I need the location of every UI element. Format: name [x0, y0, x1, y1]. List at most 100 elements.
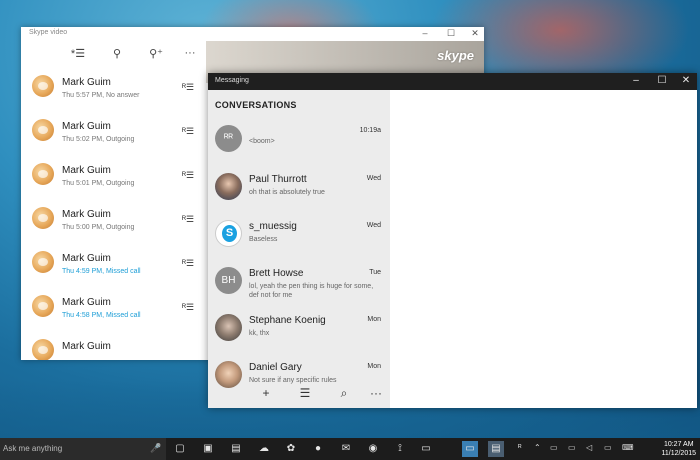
contact-card-icon[interactable]: ᴿ☰	[182, 302, 194, 313]
conversation-time: Mon	[367, 316, 381, 323]
call-detail: Thu 5:57 PM, No answer	[62, 92, 140, 99]
call-history-row[interactable]: Mark Guim Thu 4:59 PM, Missed call ᴿ☰	[21, 243, 206, 287]
search-icon[interactable]: ⌕	[334, 386, 354, 404]
call-detail-missed: Thu 4:58 PM, Missed call	[62, 312, 141, 319]
conversation-name: Paul Thurrott	[249, 174, 307, 185]
call-contact-name: Mark Guim	[62, 165, 111, 176]
avatar: ᴿᴿ	[215, 125, 242, 152]
call-history-row[interactable]: Mark Guim Thu 5:01 PM, Outgoing ᴿ☰	[21, 155, 206, 199]
clock-date: 11/12/2015	[661, 450, 696, 457]
conversation-name: Daniel Gary	[249, 362, 302, 373]
conversation-time: 10:19a	[359, 127, 381, 134]
conversation-name: Stephane Koenig	[249, 315, 326, 326]
call-history-row[interactable]: Mark Guim Thu 4:58 PM, Missed call ᴿ☰	[21, 287, 206, 331]
chevron-up-icon[interactable]: ⌃	[534, 443, 541, 452]
call-contact-name: Mark Guim	[62, 297, 111, 308]
conversations-pane: CONVERSATIONS ᴿᴿ 10:19a <boom> Paul Thur…	[208, 90, 390, 408]
contact-icon[interactable]: ⚲	[108, 47, 126, 63]
new-message-icon[interactable]: +	[256, 386, 276, 404]
conversation-item[interactable]: Stephane Koenig Mon kk, thx	[208, 309, 390, 355]
avatar	[32, 339, 54, 360]
conversation-item[interactable]: Paul Thurrott Wed oh that is absolutely …	[208, 168, 390, 214]
maximize-button[interactable]: ☐	[444, 28, 458, 39]
notifications-icon[interactable]: ▭	[604, 443, 612, 452]
call-contact-name: Mark Guim	[62, 341, 111, 352]
conversation-preview: oh that is absolutely true	[249, 189, 325, 196]
call-contact-name: Mark Guim	[62, 253, 111, 264]
chrome-icon[interactable]: ✉	[338, 441, 354, 457]
people-icon[interactable]: ᴿ	[518, 443, 522, 452]
contact-card-icon[interactable]: ᴿ☰	[182, 82, 194, 93]
file-explorer-icon[interactable]: ▤	[228, 441, 244, 457]
call-detail: Thu 5:01 PM, Outgoing	[62, 180, 135, 187]
call-detail: Thu 5:00 PM, Outgoing	[62, 224, 135, 231]
onedrive-icon[interactable]: ✿	[283, 441, 299, 457]
avatar: BH	[215, 267, 242, 294]
app-icon[interactable]: ⟟	[392, 441, 408, 457]
app-icon[interactable]: ▭	[418, 441, 434, 457]
search-input[interactable]: Ask me anything 🎤	[0, 438, 166, 460]
conversation-detail-pane	[390, 90, 697, 408]
skype-video-taskbar-icon[interactable]: ▭	[462, 441, 478, 457]
keyboard-icon[interactable]: ⌨	[622, 443, 634, 452]
contact-card-icon[interactable]: ᴿ☰	[182, 258, 194, 269]
add-contact-icon[interactable]: ⚲⁺	[147, 47, 165, 63]
more-options-icon[interactable]: ···	[366, 386, 386, 404]
avatar	[215, 314, 242, 341]
conversation-time: Wed	[366, 175, 381, 182]
conversation-time: Wed	[366, 222, 381, 229]
contact-card-icon[interactable]: ᴿ☰	[182, 214, 194, 225]
conversations-header: CONVERSATIONS	[215, 100, 297, 110]
microphone-icon[interactable]: 🎤	[150, 443, 161, 454]
skype-logo: skype	[437, 48, 474, 63]
minimize-button[interactable]: –	[628, 75, 644, 86]
task-view-icon[interactable]: ▢	[172, 441, 188, 457]
messaging-bottom-bar: + ☰ ⌕ ···	[208, 383, 390, 408]
call-detail: Thu 5:02 PM, Outgoing	[62, 136, 135, 143]
avatar	[32, 295, 54, 317]
conversation-item[interactable]: BH Brett Howse Tue lol, yeah the pen thi…	[208, 262, 390, 308]
conversation-item[interactable]: s_muessig Wed Baseless	[208, 215, 390, 261]
messaging-window: Messaging – ☐ ✕ CONVERSATIONS ᴿᴿ 10:19a …	[208, 73, 697, 408]
conversation-preview: lol, yeah the pen thing is huge for some…	[249, 283, 374, 299]
conversation-time: Mon	[367, 363, 381, 370]
conversation-name: Brett Howse	[249, 268, 304, 279]
network-icon[interactable]: ▭	[568, 443, 576, 452]
clock[interactable]: 10:27 AM 11/12/2015	[661, 440, 696, 458]
skype-video-toolbar: *☰ ⚲ ⚲⁺ ···	[21, 41, 206, 69]
conversation-preview: Baseless	[249, 236, 278, 243]
minimize-button[interactable]: –	[418, 28, 432, 38]
skype-avatar-icon	[215, 220, 242, 247]
contact-card-icon[interactable]: ᴿ☰	[182, 126, 194, 137]
battery-icon[interactable]: ▭	[550, 443, 558, 452]
call-history-row[interactable]: Mark Guim Thu 5:02 PM, Outgoing ᴿ☰	[21, 111, 206, 155]
contact-card-icon[interactable]: ᴿ☰	[182, 170, 194, 181]
skype-video-titlebar[interactable]: Skype video – ☐ ✕	[21, 27, 484, 41]
call-history-row[interactable]: Mark Guim Thu 5:00 PM, Outgoing ᴿ☰	[21, 199, 206, 243]
mail-icon[interactable]: ☁	[256, 441, 272, 457]
conversation-preview: <boom>	[249, 138, 275, 145]
volume-icon[interactable]: ◁	[586, 443, 592, 452]
conversation-item[interactable]: ᴿᴿ 10:19a <boom>	[208, 120, 390, 166]
close-button[interactable]: ✕	[468, 28, 482, 39]
call-history-row[interactable]: Mark Guim	[21, 331, 206, 360]
call-detail-missed: Thu 4:59 PM, Missed call	[62, 268, 141, 275]
avatar	[32, 163, 54, 185]
clock-time: 10:27 AM	[663, 441, 694, 448]
messaging-titlebar[interactable]: Messaging – ☐ ✕	[208, 73, 697, 90]
close-button[interactable]: ✕	[678, 75, 694, 86]
filter-list-icon[interactable]: *☰	[69, 47, 87, 63]
app-icon[interactable]: ●	[310, 441, 326, 457]
app-icon[interactable]: ◉	[365, 441, 381, 457]
messaging-taskbar-icon[interactable]: ▤	[488, 441, 504, 457]
call-history-row[interactable]: Mark Guim Thu 5:57 PM, No answer ᴿ☰	[21, 67, 206, 111]
maximize-button[interactable]: ☐	[654, 75, 670, 86]
call-history-list: Mark Guim Thu 5:57 PM, No answer ᴿ☰ Mark…	[21, 67, 206, 360]
select-list-icon[interactable]: ☰	[295, 386, 315, 404]
avatar	[32, 119, 54, 141]
conversation-name: s_muessig	[249, 221, 297, 232]
conversation-preview: kk, thx	[249, 330, 270, 337]
store-icon[interactable]: ▣	[200, 441, 216, 457]
skype-video-title: Skype video	[29, 29, 68, 36]
more-options-icon[interactable]: ···	[181, 47, 199, 63]
